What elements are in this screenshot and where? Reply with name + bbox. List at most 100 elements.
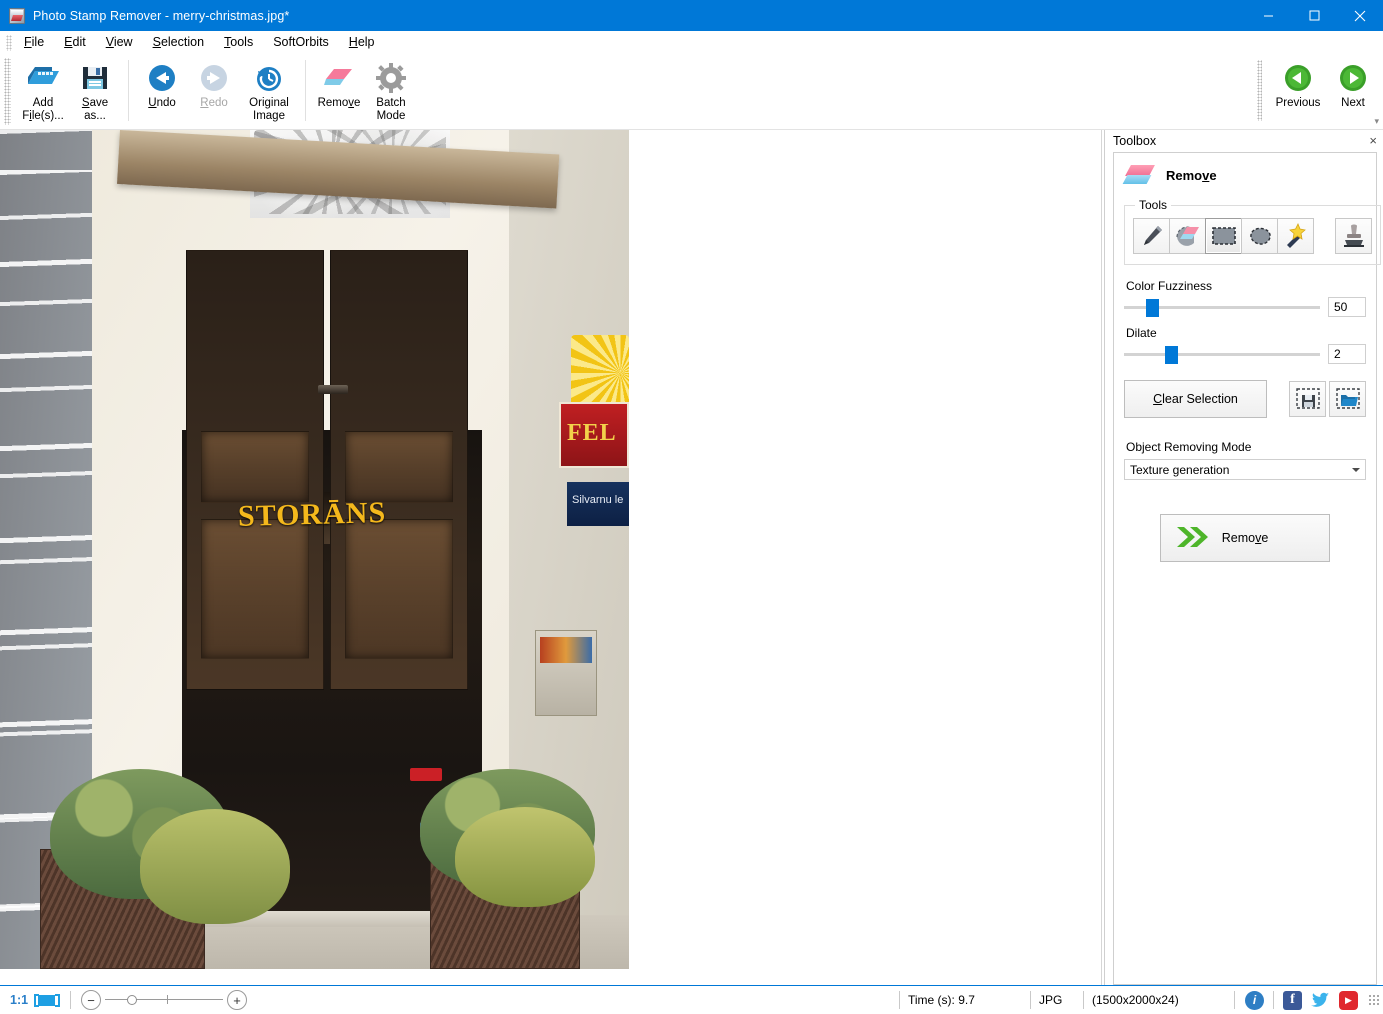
save-selection-button[interactable]	[1289, 381, 1326, 417]
toolbar-separator-1	[128, 60, 129, 121]
toolbox-title: Toolbox	[1113, 134, 1156, 148]
photo-bush-right-2	[455, 807, 595, 907]
minimize-button[interactable]	[1245, 0, 1291, 31]
menubar-grip[interactable]	[6, 35, 12, 51]
object-removing-mode-select[interactable]: Texture generation	[1124, 459, 1366, 480]
menu-edit[interactable]: Edit	[54, 33, 96, 52]
color-fuzziness-slider[interactable]	[1124, 298, 1320, 316]
application-window: Photo Stamp Remover - merry-christmas.jp…	[0, 0, 1383, 1014]
twitter-icon[interactable]	[1311, 991, 1330, 1010]
info-icon[interactable]: i	[1245, 991, 1264, 1010]
batch-mode-button[interactable]: BatchMode	[365, 58, 417, 123]
save-as-icon	[81, 63, 109, 93]
menu-selection[interactable]: Selection	[143, 33, 214, 52]
clear-selection-label: Clear Selection	[1153, 392, 1238, 406]
zoom-out-button[interactable]: −	[81, 990, 101, 1010]
facebook-icon[interactable]: f	[1283, 991, 1302, 1010]
photo-image[interactable]: FEL Silvarnu le STO	[0, 130, 629, 969]
photo-sign-blue-text: Silvarnu le	[572, 494, 623, 506]
photo-bush-left-2	[140, 809, 290, 924]
social-links: i f ▶	[1235, 991, 1368, 1010]
menu-bar: FFileile Edit View Selection Tools SoftO…	[0, 31, 1383, 54]
color-fuzziness-row: 50	[1124, 297, 1366, 317]
toolbar-group-actions: Remove	[309, 54, 421, 129]
dilate-label: Dilate	[1126, 326, 1366, 340]
youtube-icon[interactable]: ▶	[1339, 991, 1358, 1010]
pencil-tool-button[interactable]	[1133, 218, 1170, 254]
undo-icon	[147, 63, 177, 93]
save-as-button[interactable]: Saveas...	[69, 58, 121, 123]
close-button[interactable]	[1337, 0, 1383, 31]
redo-button[interactable]: Redo	[188, 58, 240, 122]
next-button[interactable]: Next	[1327, 58, 1379, 122]
undo-label: Undo	[148, 97, 176, 110]
dilate-slider[interactable]	[1124, 345, 1320, 363]
menu-view[interactable]: View	[96, 33, 143, 52]
fit-to-window-icon[interactable]	[34, 993, 60, 1008]
previous-button[interactable]: Previous	[1269, 58, 1327, 122]
previous-label: Previous	[1276, 97, 1321, 110]
image-canvas[interactable]: FEL Silvarnu le STO	[0, 130, 1101, 985]
zoom-control: − +	[81, 990, 247, 1010]
toolbar-grip[interactable]	[4, 58, 11, 125]
image-dimensions: (1500x2000x24)	[1084, 986, 1234, 1014]
next-arrow-icon	[1338, 63, 1368, 93]
toolbar-expand-icon[interactable]: ▾	[1374, 116, 1379, 127]
processing-time: Time (s): 9.7	[900, 986, 1030, 1014]
lasso-select-tool-button[interactable]	[1241, 218, 1278, 254]
toolbar-separator-3	[1257, 60, 1262, 121]
add-files-button[interactable]: AddFile(s)...	[17, 58, 69, 123]
window-title: Photo Stamp Remover - merry-christmas.jp…	[33, 9, 289, 23]
clear-selection-button[interactable]: Clear Selection	[1124, 380, 1267, 418]
menu-file[interactable]: FFileile	[14, 33, 54, 52]
photo-door-panel	[345, 431, 453, 503]
stamp-tool-button[interactable]	[1335, 218, 1372, 254]
resize-grip[interactable]	[1368, 994, 1380, 1006]
object-removing-mode-label: Object Removing Mode	[1126, 440, 1366, 454]
selection-actions-row: Clear Selection	[1124, 380, 1366, 418]
zoom-slider[interactable]	[105, 990, 223, 1010]
previous-arrow-icon	[1283, 63, 1313, 93]
toolbar-group-file: AddFile(s)... Saveas...	[13, 54, 125, 129]
original-image-label: OriginalImage	[249, 97, 289, 123]
tools-group-label: Tools	[1135, 198, 1171, 212]
save-as-label: Saveas...	[82, 97, 108, 123]
photo-restaurant-sign-text: STORĀNS	[238, 496, 387, 534]
magic-wand-tool-button[interactable]	[1277, 218, 1314, 254]
original-image-button[interactable]: OriginalImage	[240, 58, 298, 123]
zoom-slider-knob[interactable]	[127, 995, 137, 1005]
remove-section-header: Remove	[1126, 164, 1366, 186]
toolbox-close-icon[interactable]: ×	[1369, 135, 1377, 147]
load-selection-button[interactable]	[1329, 381, 1366, 417]
menu-help[interactable]: Help	[339, 33, 385, 52]
remove-eraser-icon	[324, 63, 354, 93]
dilate-value[interactable]: 2	[1328, 344, 1366, 364]
photo-door-panel	[201, 431, 309, 503]
color-fuzziness-label: Color Fuzziness	[1126, 279, 1366, 293]
zoom-in-button[interactable]: +	[227, 990, 247, 1010]
remove-button[interactable]: Remove	[1160, 514, 1330, 562]
photo-sticker-red	[410, 768, 442, 781]
status-bar: 1:1 − + Time (s): 9.7 JPG (1500x2000x24)…	[0, 985, 1383, 1014]
toolbar: AddFile(s)... Saveas...	[0, 54, 1383, 130]
selection-io-buttons	[1286, 381, 1366, 417]
photo-sign-felli-text: FEL	[567, 420, 617, 447]
redo-label: Redo	[200, 97, 228, 110]
dilate-slider-thumb[interactable]	[1165, 346, 1178, 364]
menu-tools[interactable]: Tools	[214, 33, 263, 52]
maximize-button[interactable]	[1291, 0, 1337, 31]
object-removing-mode-value: Texture generation	[1130, 463, 1229, 477]
eraser-tool-button[interactable]	[1169, 218, 1206, 254]
remove-toolbar-button[interactable]: Remove	[313, 58, 365, 122]
color-fuzziness-slider-thumb[interactable]	[1146, 299, 1159, 317]
remove-button-label: Remove	[1161, 531, 1329, 545]
nav-buttons: Previous Next	[1265, 54, 1383, 129]
photo-sun-sign	[571, 335, 629, 411]
file-format: JPG	[1031, 986, 1083, 1014]
toolbar-group-navigation: Previous Next ▾	[1254, 54, 1383, 129]
menu-softorbits[interactable]: SoftOrbits	[263, 33, 339, 52]
photo-poster	[535, 630, 597, 716]
rectangle-select-tool-button[interactable]	[1205, 218, 1242, 254]
undo-button[interactable]: Undo	[136, 58, 188, 122]
color-fuzziness-value[interactable]: 50	[1328, 297, 1366, 317]
